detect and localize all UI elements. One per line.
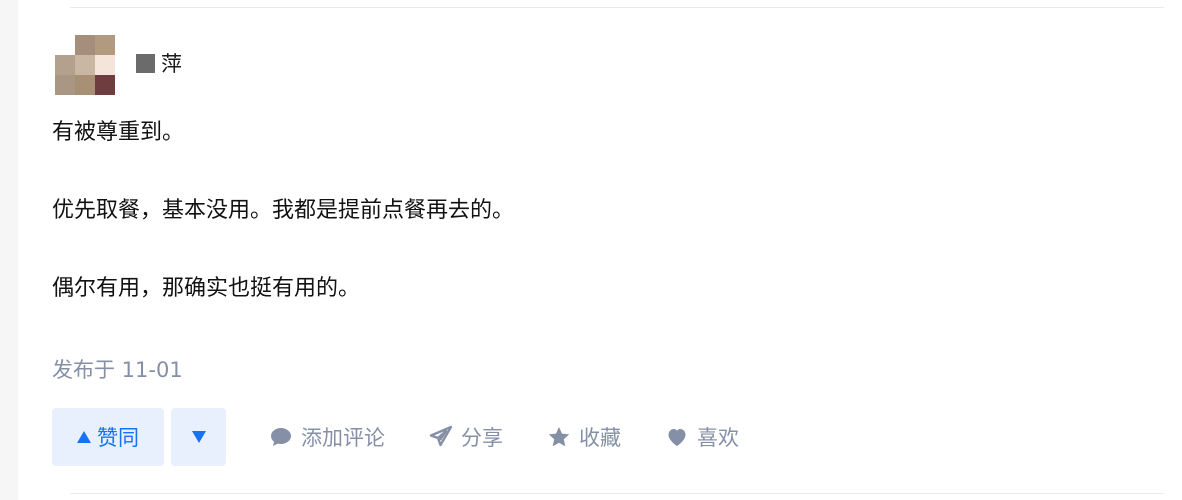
- bottom-divider: [70, 493, 1164, 494]
- triangle-up-icon: [77, 431, 91, 443]
- publish-time[interactable]: 发布于 11-01: [52, 354, 183, 386]
- favorite-button[interactable]: 收藏: [547, 422, 621, 452]
- upvote-button[interactable]: 赞同: [52, 408, 164, 466]
- share-label: 分享: [461, 426, 503, 450]
- like-label: 喜欢: [697, 426, 739, 450]
- share-button[interactable]: 分享: [429, 422, 503, 452]
- avatar-pixel: [95, 55, 115, 75]
- answer-card: 萍 有被尊重到。 优先取餐，基本没用。我都是提前点餐再去的。 偶尔有用，那确实也…: [18, 0, 1182, 500]
- avatar-pixel: [55, 75, 75, 95]
- paragraph: 优先取餐，基本没用。我都是提前点餐再去的。: [52, 198, 515, 223]
- heart-icon: [668, 429, 686, 446]
- avatar-pixel: [95, 75, 115, 95]
- comment-button[interactable]: 添加评论: [269, 422, 385, 452]
- author-name[interactable]: 萍: [136, 49, 182, 77]
- redacted-block: [136, 53, 155, 73]
- paper-plane-icon: [429, 425, 453, 447]
- star-icon: [548, 427, 570, 447]
- comment-label: 添加评论: [301, 426, 385, 450]
- action-bar: 赞同 添加评论 分享 收藏 喜欢: [52, 408, 739, 466]
- upvote-label: 赞同: [97, 426, 139, 450]
- downvote-button[interactable]: [171, 408, 226, 466]
- avatar[interactable]: [55, 35, 115, 95]
- avatar-pixel: [75, 75, 95, 95]
- triangle-down-icon: [191, 431, 206, 443]
- avatar-pixel: [75, 55, 95, 75]
- avatar-pixel: [55, 35, 75, 55]
- avatar-pixel: [55, 55, 75, 75]
- paragraph: 有被尊重到。: [52, 120, 185, 145]
- author-name-text: 萍: [161, 52, 182, 76]
- top-divider: [70, 7, 1164, 8]
- favorite-label: 收藏: [579, 426, 621, 450]
- answer-content: 有被尊重到。 优先取餐，基本没用。我都是提前点餐再去的。 偶尔有用，那确实也挺有…: [52, 115, 1152, 349]
- avatar-pixel: [75, 35, 95, 55]
- like-button[interactable]: 喜欢: [665, 422, 739, 452]
- comment-icon: [271, 428, 291, 446]
- avatar-pixel: [95, 35, 115, 55]
- paragraph: 偶尔有用，那确实也挺有用的。: [52, 276, 361, 301]
